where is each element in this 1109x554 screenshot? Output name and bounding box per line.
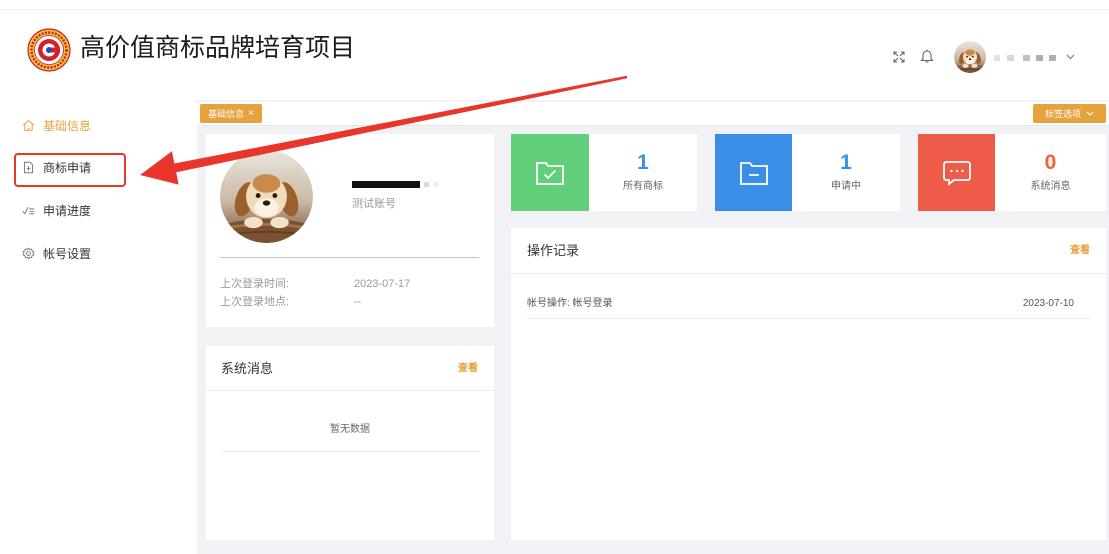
empty-state-text: 暂无数据 xyxy=(330,424,370,435)
close-icon[interactable]: × xyxy=(248,108,254,119)
operation-text: 帐号操作: 帐号登录 xyxy=(527,298,613,309)
header-top-rule xyxy=(0,9,1109,10)
bell-icon[interactable] xyxy=(920,48,934,64)
sidebar-item-label: 帐号设置 xyxy=(43,246,92,261)
view-messages-link[interactable]: 查看 xyxy=(458,362,478,376)
last-login-place-value: -- xyxy=(354,296,362,308)
stat-card-system-messages[interactable]: 0 系统消息 xyxy=(918,134,1106,211)
sidebar-item-account-settings[interactable]: 帐号设置 xyxy=(0,242,197,264)
stat-icon-box xyxy=(715,134,792,211)
sidebar-item-basic-info[interactable]: 基础信息 xyxy=(0,114,197,136)
tab-basic-info[interactable]: 基础信息 × xyxy=(200,104,262,123)
list-divider xyxy=(221,451,479,452)
profile-avatar[interactable] xyxy=(220,150,313,243)
top-header: 高价值商标品牌培育项目 xyxy=(0,0,1109,100)
stat-icon-box xyxy=(918,134,995,211)
stat-value: 1 xyxy=(637,151,649,174)
last-login-time-value: 2023-07-17 xyxy=(354,278,411,290)
profile-card: 测试账号 上次登录时间: 2023-07-17 上次登录地点: -- xyxy=(206,134,494,327)
stat-body: 1 所有商标 xyxy=(589,134,697,211)
stat-icon-box xyxy=(511,134,589,211)
card-title: 操作记录 xyxy=(527,243,580,258)
view-operations-link[interactable]: 查看 xyxy=(1070,244,1090,258)
sidebar-item-trademark-apply[interactable]: 商标申请 xyxy=(0,156,197,178)
stat-value: 0 xyxy=(1044,151,1057,174)
operation-date: 2023-07-10 xyxy=(1022,298,1074,309)
file-plus-icon xyxy=(22,161,35,174)
list-item[interactable]: 帐号操作: 帐号登录 2023-07-10 xyxy=(527,292,1090,319)
checklist-icon xyxy=(22,204,35,217)
sidebar-item-label: 商标申请 xyxy=(43,160,92,175)
card-divider xyxy=(206,390,494,391)
profile-divider xyxy=(220,257,479,258)
profile-name-redacted-tail xyxy=(424,181,440,188)
account-type: 测试账号 xyxy=(352,198,396,210)
stat-card-all-trademarks[interactable]: 1 所有商标 xyxy=(511,134,697,211)
stat-value: 1 xyxy=(840,151,852,174)
tab-strip: 基础信息 × 标签选项 xyxy=(197,102,1109,126)
chevron-down-icon[interactable] xyxy=(1066,54,1075,60)
folder-check-icon xyxy=(535,160,565,186)
app-logo[interactable] xyxy=(27,28,71,72)
sidebar-item-progress[interactable]: 申请进度 xyxy=(0,199,197,221)
gear-icon xyxy=(22,247,35,260)
stat-label: 所有商标 xyxy=(623,181,663,192)
stat-body: 0 系统消息 xyxy=(995,134,1106,211)
chevron-down-icon xyxy=(1086,111,1094,116)
last-login-time-label: 上次登录时间: xyxy=(220,278,290,290)
sidebar-item-label: 申请进度 xyxy=(43,203,92,218)
tab-options-button[interactable]: 标签选项 xyxy=(1033,104,1106,123)
system-messages-card: 系统消息 查看 暂无数据 xyxy=(206,346,494,540)
fullscreen-icon[interactable] xyxy=(892,50,906,64)
home-icon xyxy=(22,119,35,132)
user-avatar[interactable] xyxy=(954,41,986,73)
stat-card-in-application[interactable]: 1 申请中 xyxy=(715,134,900,211)
stat-label: 申请中 xyxy=(831,181,861,192)
card-title: 系统消息 xyxy=(221,361,274,376)
profile-name-redacted xyxy=(352,181,420,188)
card-divider xyxy=(511,273,1106,274)
stat-label: 系统消息 xyxy=(1030,181,1071,192)
message-icon xyxy=(942,159,972,187)
app-title: 高价值商标品牌培育项目 xyxy=(80,35,356,62)
folder-minus-icon xyxy=(739,160,769,186)
last-login-place-label: 上次登录地点: xyxy=(220,296,290,308)
tab-label: 基础信息 xyxy=(208,109,245,119)
sidebar-item-label: 基础信息 xyxy=(43,118,92,133)
main-content: 基础信息 × 标签选项 测试账号 上次登录时间: 2023-07-17 上次登录… xyxy=(197,100,1109,554)
tab-options-label: 标签选项 xyxy=(1044,109,1081,119)
stat-body: 1 申请中 xyxy=(792,134,900,211)
username-redacted[interactable] xyxy=(993,53,1059,63)
sidebar: 基础信息 商标申请 申请进度 帐号设置 xyxy=(0,100,197,554)
operation-records-card: 操作记录 查看 帐号操作: 帐号登录 2023-07-10 xyxy=(511,228,1106,540)
